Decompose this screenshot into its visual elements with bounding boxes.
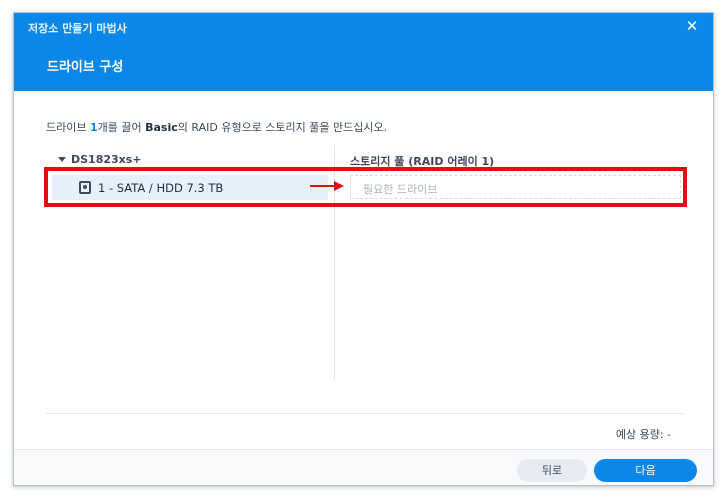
dialog-footer: 뒤로 다음 (14, 449, 713, 485)
drop-zone-placeholder: 필요한 드라이브 (363, 183, 438, 196)
wizard-title: 저장소 만들기 마법사 (28, 22, 127, 35)
storage-wizard-dialog: 저장소 만들기 마법사 ✕ 드라이브 구성 드라이브 1개를 끌어 Basic의… (13, 12, 714, 486)
step-title: 드라이브 구성 (47, 60, 124, 75)
next-button[interactable]: 다음 (594, 459, 697, 482)
estimated-capacity: 예상 용량: - (615, 428, 671, 441)
collapse-triangle-icon[interactable] (58, 156, 66, 162)
instruction-part1: 드라이브 (46, 121, 90, 134)
back-button[interactable]: 뒤로 (517, 459, 587, 482)
hdd-icon (79, 181, 91, 194)
drive-label: 1 - SATA / HDD 7.3 TB (98, 181, 224, 195)
device-tree-header[interactable]: DS1823xs+ (58, 153, 142, 166)
device-name: DS1823xs+ (71, 153, 142, 166)
instruction-part3: 의 RAID 유형으로 스토리지 풀을 만드십시오. (177, 121, 388, 134)
dialog-header: 저장소 만들기 마법사 ✕ 드라이브 구성 (14, 13, 713, 91)
drive-list-item[interactable]: 1 - SATA / HDD 7.3 TB (52, 175, 328, 200)
drag-arrow-icon (310, 181, 344, 191)
close-button[interactable]: ✕ (683, 17, 701, 35)
instruction-text: 드라이브 1개를 끌어 Basic의 RAID 유형으로 스토리지 풀을 만드십… (46, 119, 387, 135)
drive-count: 1 (89, 121, 98, 134)
drive-drop-zone[interactable]: 필요한 드라이브 (350, 175, 681, 199)
raid-type: Basic (145, 121, 178, 134)
close-icon: ✕ (685, 17, 699, 35)
storage-pool-header: 스토리지 풀 (RAID 어레이 1) (350, 155, 495, 168)
footer-divider (46, 413, 683, 414)
instruction-part2: 개를 끌어 (97, 121, 146, 134)
